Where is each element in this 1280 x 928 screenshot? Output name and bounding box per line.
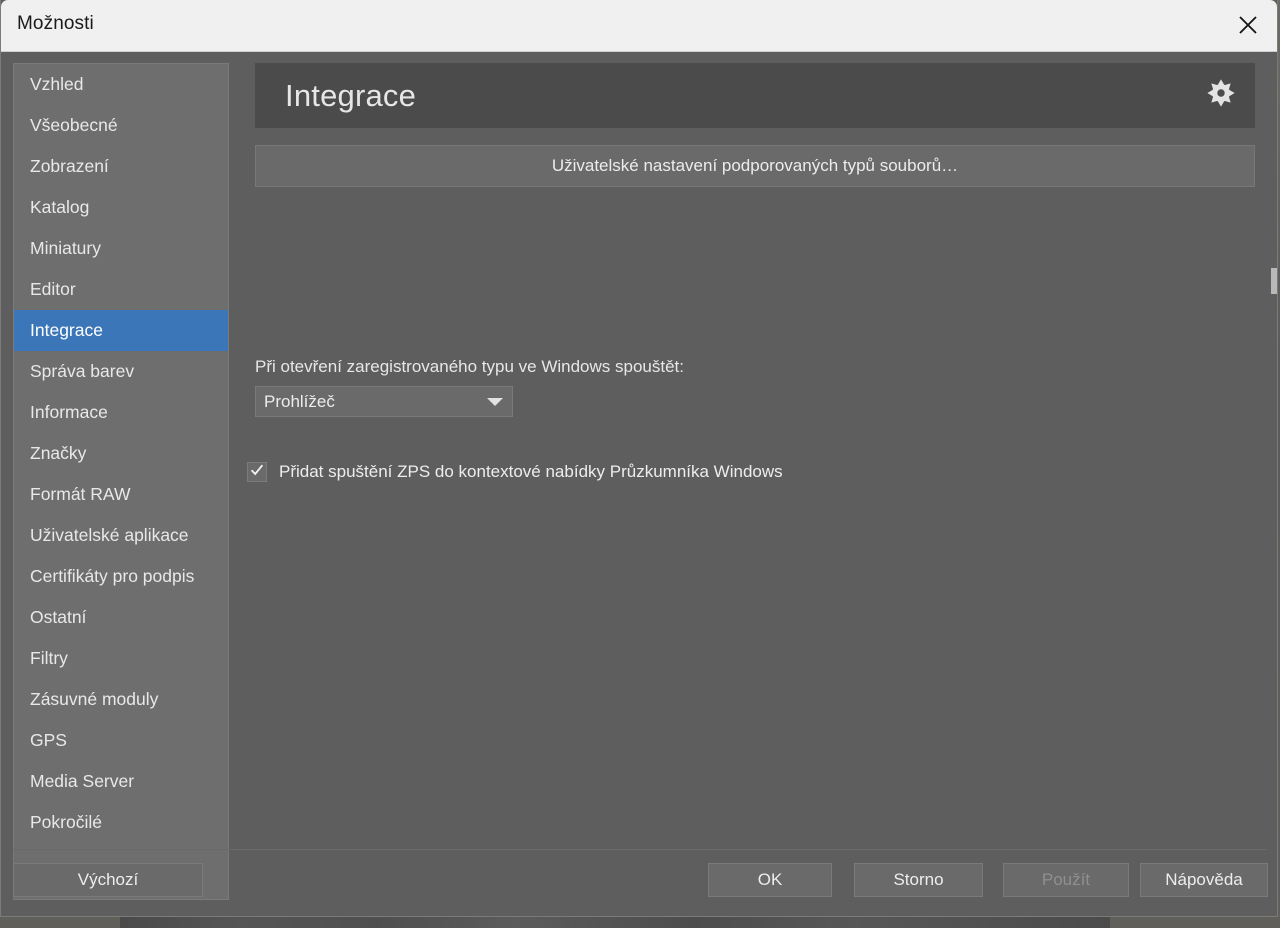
ok-button-label: OK [757, 870, 783, 889]
chevron-down-icon [478, 397, 512, 406]
sidebar-item-15[interactable]: Filtry [14, 638, 228, 679]
sidebar-item-6[interactable]: Editor [14, 269, 228, 310]
sidebar-item-1[interactable]: Vzhled [14, 64, 228, 105]
close-icon [1237, 14, 1259, 36]
context-menu-checkbox[interactable] [247, 462, 267, 482]
ok-button[interactable]: OK [708, 863, 832, 897]
sidebar-item-2[interactable]: Všeobecné [14, 105, 228, 146]
sidebar-item-10[interactable]: Značky [14, 433, 228, 474]
sidebar-item-11[interactable]: Formát RAW [14, 474, 228, 515]
sidebar-item-3[interactable]: Zobrazení [14, 146, 228, 187]
dialog-body: Vzhled Všeobecné Zobrazení Katalog Miniatury… [1, 52, 1277, 917]
close-button[interactable] [1219, 0, 1277, 50]
sidebar-item-12[interactable]: Uživatelské aplikace [14, 515, 228, 556]
cancel-button[interactable]: Storno [854, 863, 983, 897]
settings-category-list[interactable]: Vzhled Všeobecné Zobrazení Katalog Miniatury… [13, 63, 229, 900]
sidebar-item-8[interactable]: Správa barev [14, 351, 228, 392]
sidebar-item-7[interactable]: Integrace [14, 310, 228, 351]
context-menu-option-label: Přidat spuštění ZPS do kontextové nabídk… [279, 462, 783, 481]
settings-content-panel: Integrace Uživatelské nastavení podporov… [241, 52, 1277, 917]
page-header: Integrace [255, 63, 1255, 128]
defaults-button-label: Výchozí [77, 870, 139, 889]
sidebar-item-14[interactable]: Ostatní [14, 597, 228, 638]
context-menu-option-row[interactable]: Přidat spuštění ZPS do kontextové nabídk… [247, 462, 783, 482]
open-registered-type-label: Při otevření zaregistrovaného typu ve Wi… [255, 357, 684, 376]
sidebar-item-16[interactable]: Zásuvné moduly [14, 679, 228, 720]
sidebar-item-19[interactable]: Pokročilé [14, 802, 228, 843]
content-scrollbar[interactable] [1271, 52, 1277, 917]
gear-icon [1204, 76, 1238, 115]
apply-button: Použít [1003, 863, 1129, 897]
settings-gear-button[interactable] [1199, 74, 1243, 118]
check-icon [249, 462, 265, 483]
sidebar-item-18[interactable]: Media Server [14, 761, 228, 802]
custom-filetypes-button-label: Uživatelské nastavení podporovaných typů… [551, 156, 959, 175]
cancel-button-label: Storno [893, 870, 944, 889]
sidebar-item-17[interactable]: GPS [14, 720, 228, 761]
content-scrollbar-thumb[interactable] [1271, 268, 1277, 294]
help-button[interactable]: Nápověda [1140, 863, 1268, 897]
sidebar-item-9[interactable]: Informace [14, 392, 228, 433]
open-registered-type-value: Prohlížeč [264, 391, 335, 411]
dialog-titlebar: Možnosti [1, 0, 1277, 52]
sidebar-item-13[interactable]: Certifikáty pro podpis [14, 556, 228, 597]
sidebar-item-5[interactable]: Miniatury [14, 228, 228, 269]
defaults-button[interactable]: Výchozí [13, 863, 203, 897]
page-title: Integrace [285, 77, 417, 113]
dialog-title: Možnosti [17, 13, 94, 34]
sidebar-item-4[interactable]: Katalog [14, 187, 228, 228]
help-button-label: Nápověda [1165, 870, 1243, 889]
open-registered-type-select[interactable]: Prohlížeč [255, 386, 513, 417]
options-dialog: Možnosti Vzhled Všeobecné Zobrazení Katalog… [0, 0, 1278, 917]
apply-button-label: Použít [1041, 870, 1091, 889]
custom-filetypes-button[interactable]: Uživatelské nastavení podporovaných typů… [255, 145, 1255, 187]
footer-separator [13, 849, 1267, 850]
dialog-footer: Výchozí OK Storno Použít Nápověda [1, 849, 1277, 917]
